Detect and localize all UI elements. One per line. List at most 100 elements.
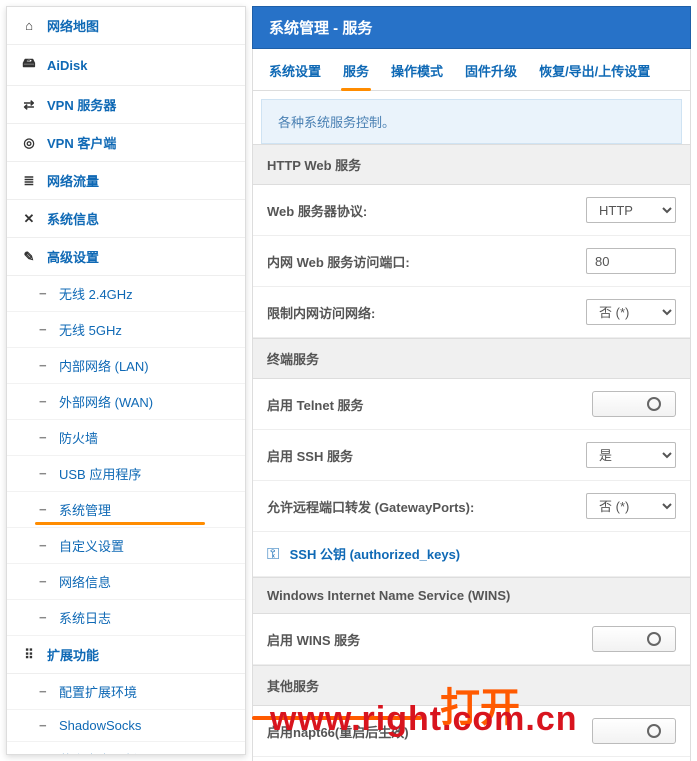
nav-vpn-server[interactable]: ⇄ VPN 服务器	[7, 86, 245, 124]
field-label: 启用 WINS 服务	[267, 630, 592, 649]
section-http-head: HTTP Web 服务	[253, 144, 690, 185]
nav-label: VPN 客户端	[47, 133, 116, 152]
page-title: 系统管理 - 服务	[252, 6, 691, 49]
nav-advanced[interactable]: ✎ 高级设置	[7, 238, 245, 276]
minus-icon: −	[39, 286, 49, 301]
subnav-wifi24[interactable]: −无线 2.4GHz	[7, 276, 245, 312]
tab-firmware[interactable]: 固件升级	[465, 61, 517, 90]
subnav-firewall[interactable]: −防火墙	[7, 420, 245, 456]
tab-backup[interactable]: 恢复/导出/上传设置	[539, 61, 650, 90]
subnav-oray[interactable]: − 花生壳内网版	[7, 742, 245, 755]
toggle-knob-icon	[647, 397, 661, 411]
subnav-custom[interactable]: −自定义设置	[7, 528, 245, 564]
row-web-port: 内网 Web 服务访问端口:	[253, 236, 690, 287]
link-ssh-keys[interactable]: SSH 公钥 (authorized_keys)	[290, 547, 461, 562]
nav-label: 高级设置	[47, 247, 99, 266]
nav-traffic[interactable]: ≣ 网络流量	[7, 162, 245, 200]
minus-icon: −	[39, 430, 49, 445]
subnav-ext-env[interactable]: −配置扩展环境	[7, 674, 245, 710]
sidebar: ⌂ 网络地图 🖴 AiDisk ⇄ VPN 服务器 ◎ VPN 客户端 ≣ 网络…	[6, 6, 246, 755]
key-icon: ⚿	[267, 546, 279, 563]
subnav-wifi5[interactable]: −无线 5GHz	[7, 312, 245, 348]
subnav-label: 自定义设置	[59, 536, 124, 555]
swap-icon: ⇄	[21, 97, 37, 113]
subnav-label: 配置扩展环境	[59, 682, 137, 701]
subnav-sysmanage[interactable]: −系统管理	[7, 492, 245, 528]
nav-label: 扩展功能	[47, 645, 99, 664]
subnav-usb[interactable]: −USB 应用程序	[7, 456, 245, 492]
minus-icon: −	[39, 574, 49, 589]
minus-icon: −	[39, 394, 49, 409]
minus-icon: −	[39, 718, 49, 733]
section-terminal-head: 终端服务	[253, 338, 690, 379]
subnav-netinfo[interactable]: −网络信息	[7, 564, 245, 600]
nav-label: AiDisk	[47, 58, 87, 73]
info-banner: 各种系统服务控制。	[261, 99, 682, 144]
section-wins-head: Windows Internet Name Service (WINS)	[253, 577, 690, 614]
toggle-wins[interactable]	[592, 626, 676, 652]
subnav-label: 系统管理	[59, 500, 111, 519]
field-label: 内网 Web 服务访问端口:	[267, 252, 586, 271]
toggle-knob-icon	[647, 724, 661, 738]
minus-icon: −	[39, 358, 49, 373]
content-area: 各种系统服务控制。 HTTP Web 服务 Web 服务器协议: HTTP 内网…	[252, 91, 691, 761]
nav-sysinfo[interactable]: ✕ 系统信息	[7, 200, 245, 238]
subnav-label: 系统日志	[59, 608, 111, 627]
toggle-napt66[interactable]	[592, 718, 676, 744]
select-restrict-lan[interactable]: 否 (*)	[586, 299, 676, 325]
bars-icon: ≣	[21, 173, 37, 189]
subnav-label: 防火墙	[59, 428, 98, 447]
minus-icon: −	[39, 610, 49, 625]
subnav-syslog[interactable]: −系统日志	[7, 600, 245, 636]
nav-label: 网络流量	[47, 171, 99, 190]
subnav-label: 网络信息	[59, 572, 111, 591]
nav-extensions[interactable]: ⠿ 扩展功能	[7, 636, 245, 674]
input-web-port[interactable]	[586, 248, 676, 274]
row-ssh-keys: ⚿ SSH 公钥 (authorized_keys)	[253, 532, 690, 577]
nav-label: 网络地图	[47, 16, 99, 35]
tab-op-mode[interactable]: 操作模式	[391, 61, 443, 90]
minus-icon: −	[39, 466, 49, 481]
grid-icon: ⠿	[21, 647, 37, 663]
nav-vpn-client[interactable]: ◎ VPN 客户端	[7, 124, 245, 162]
minus-icon: −	[39, 684, 49, 699]
subnav-shadowsocks[interactable]: −ShadowSocks	[7, 710, 245, 742]
wrench-icon: ✎	[21, 249, 37, 265]
nav-aidisk[interactable]: 🖴 AiDisk	[7, 45, 245, 86]
main-panel: 系统管理 - 服务 系统设置 服务 操作模式 固件升级 恢复/导出/上传设置 各…	[252, 6, 691, 755]
row-napt66: 启用napt66(重启后生效)	[253, 706, 690, 757]
shuffle-icon: ✕	[21, 211, 37, 227]
disk-icon: 🖴	[21, 54, 37, 76]
toggle-knob-icon	[647, 632, 661, 646]
subnav-label: 无线 5GHz	[59, 320, 122, 339]
section-other-head: 其他服务	[253, 665, 690, 706]
nav-label: VPN 服务器	[47, 95, 116, 114]
select-ssh[interactable]: 是	[586, 442, 676, 468]
row-web-protocol: Web 服务器协议: HTTP	[253, 185, 690, 236]
row-ssh: 启用 SSH 服务 是	[253, 430, 690, 481]
tab-services[interactable]: 服务	[343, 61, 369, 90]
tab-system-settings[interactable]: 系统设置	[269, 61, 321, 90]
subnav-label: 内部网络 (LAN)	[59, 356, 149, 375]
subnav-lan[interactable]: −内部网络 (LAN)	[7, 348, 245, 384]
subnav-wan[interactable]: −外部网络 (WAN)	[7, 384, 245, 420]
toggle-telnet[interactable]	[592, 391, 676, 417]
subnav-label: 花生壳内网版	[59, 750, 137, 755]
subnav-label: 外部网络 (WAN)	[59, 392, 153, 411]
row-wins: 启用 WINS 服务	[253, 614, 690, 665]
field-label: Web 服务器协议:	[267, 201, 586, 220]
minus-icon: −	[39, 322, 49, 337]
tab-bar: 系统设置 服务 操作模式 固件升级 恢复/导出/上传设置	[252, 49, 691, 91]
select-gatewayports[interactable]: 否 (*)	[586, 493, 676, 519]
subnav-label: ShadowSocks	[59, 718, 141, 733]
select-web-protocol[interactable]: HTTP	[586, 197, 676, 223]
subnav-label: 无线 2.4GHz	[59, 284, 133, 303]
field-label: 限制内网访问网络:	[267, 303, 586, 322]
subnav-label: USB 应用程序	[59, 464, 141, 483]
field-label: 启用 Telnet 服务	[267, 395, 592, 414]
minus-icon: −	[39, 502, 49, 517]
minus-icon: −	[39, 752, 49, 755]
nav-network-map[interactable]: ⌂ 网络地图	[7, 7, 245, 45]
globe-icon: ◎	[21, 135, 37, 151]
field-label: 允许远程端口转发 (GatewayPorts):	[267, 497, 586, 516]
